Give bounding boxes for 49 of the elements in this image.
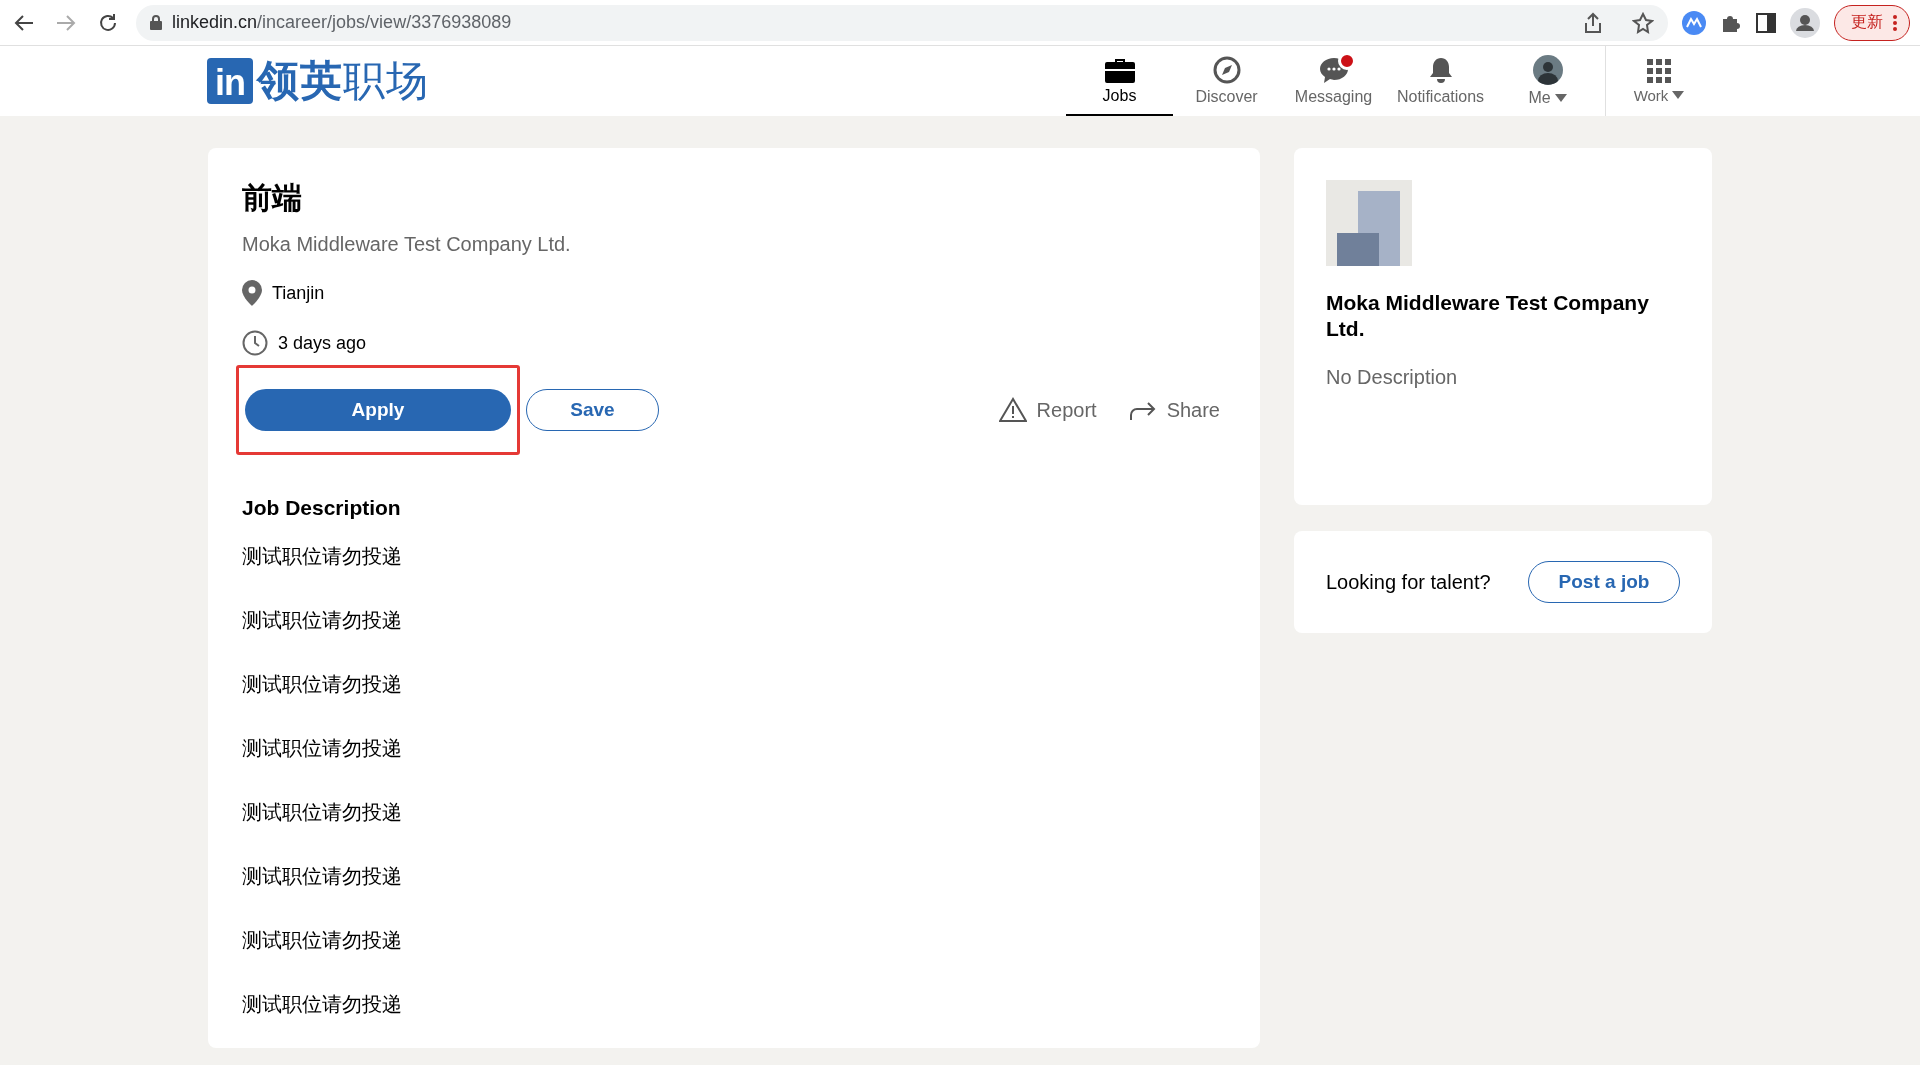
warning-icon — [998, 397, 1027, 423]
description-line: 测试职位请勿投递 — [242, 607, 403, 633]
save-button[interactable]: Save — [526, 389, 659, 431]
nav-item[interactable]: Messaging — [1280, 46, 1387, 116]
grid-icon — [1647, 58, 1671, 83]
section-heading: Job Description — [242, 496, 402, 520]
extension-logo-icon[interactable] — [1682, 10, 1706, 35]
address-bar[interactable]: linkedin.cn/incareer/jobs/view/3376938089 — [136, 4, 1668, 41]
share-link[interactable]: Share — [1122, 397, 1226, 423]
clock-icon — [242, 330, 268, 356]
report-link[interactable]: Report — [992, 396, 1103, 424]
post-job-button[interactable]: Post a job — [1528, 561, 1680, 603]
description-line: 测试职位请勿投递 — [242, 799, 403, 825]
caret-icon — [1672, 91, 1685, 99]
avatar-icon — [1532, 55, 1563, 85]
url-text: linkedin.cn/incareer/jobs/view/3376938089 — [172, 12, 512, 33]
share-arrow-icon — [1128, 399, 1157, 421]
briefcase-icon — [1104, 57, 1135, 83]
side-panel-icon[interactable] — [1756, 12, 1776, 33]
kebab-icon — [1893, 14, 1897, 31]
company-title[interactable]: Moka Middleware Test Company Ltd. — [1326, 290, 1656, 342]
compass-icon — [1212, 56, 1241, 84]
company-description: No Description — [1326, 366, 1459, 389]
location-text: Tianjin — [272, 282, 325, 304]
caret-icon — [1554, 94, 1567, 102]
company-name: Moka Middleware Test Company Ltd. — [242, 233, 572, 256]
logo-text[interactable]: 领英职场 — [257, 53, 429, 109]
nav-item[interactable]: Notifications — [1387, 46, 1494, 116]
logo-badge[interactable]: in — [207, 58, 253, 104]
update-button[interactable]: 更新 — [1834, 4, 1910, 41]
description-line: 测试职位请勿投递 — [242, 671, 403, 697]
description-line: 测试职位请勿投递 — [242, 927, 403, 953]
apply-button[interactable]: Apply — [245, 389, 511, 431]
work-menu[interactable]: Work — [1605, 46, 1712, 116]
nav-item[interactable]: Me — [1494, 46, 1601, 116]
description-line: 测试职位请勿投递 — [242, 735, 403, 761]
profile-icon[interactable] — [1790, 7, 1820, 38]
description-line: 测试职位请勿投递 — [242, 991, 403, 1017]
description-line: 测试职位请勿投递 — [242, 863, 403, 889]
description-line: 测试职位请勿投递 — [242, 543, 403, 569]
share-icon[interactable] — [1584, 11, 1602, 34]
nav-item[interactable]: Discover — [1173, 46, 1280, 116]
job-title: 前端 — [242, 180, 303, 216]
lock-icon — [150, 15, 162, 30]
location-pin-icon — [242, 280, 262, 306]
posted-time: 3 days ago — [278, 332, 367, 354]
talent-prompt: Looking for talent? — [1326, 570, 1491, 594]
star-icon[interactable] — [1632, 11, 1654, 34]
nav-item[interactable]: Jobs — [1066, 46, 1173, 116]
